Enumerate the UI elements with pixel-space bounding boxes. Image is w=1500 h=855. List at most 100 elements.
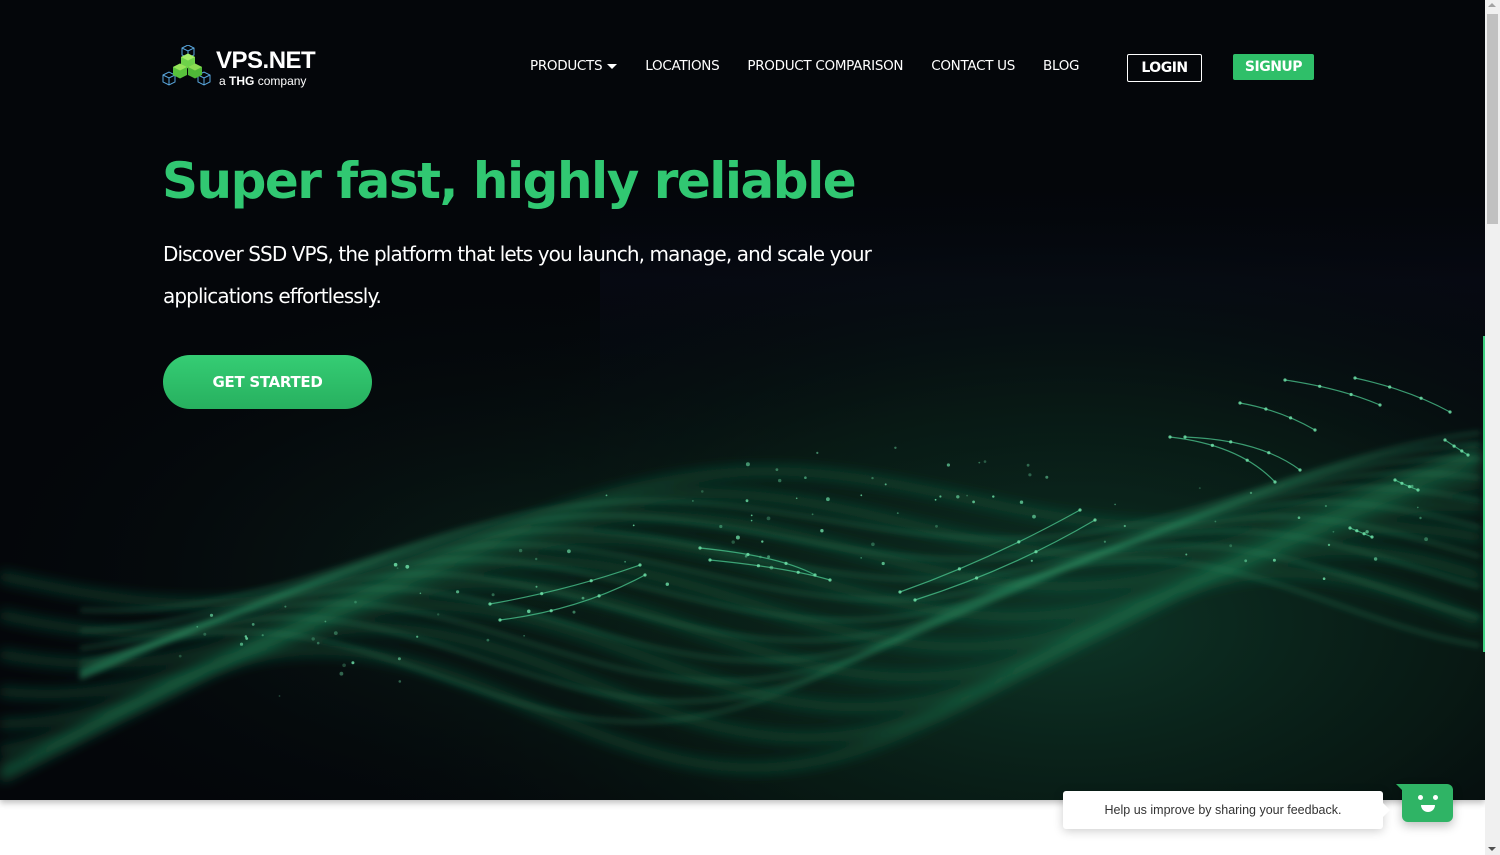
particle-dot — [518, 548, 523, 553]
particle-dot — [1410, 484, 1414, 488]
particle-dot — [244, 635, 247, 638]
particle-dot — [735, 535, 740, 540]
particle-dot — [708, 558, 712, 562]
particle-dot — [1416, 488, 1420, 492]
particle-dot — [972, 500, 975, 504]
particle-dot — [203, 632, 207, 636]
particle-dot — [1093, 518, 1097, 522]
particle-dot — [1032, 514, 1036, 519]
particle-dot — [1210, 443, 1214, 447]
particle-dot — [975, 576, 979, 580]
particle-dot — [978, 461, 981, 464]
tagline-suffix: company — [257, 74, 307, 88]
particle-dot — [396, 567, 399, 570]
particle-dot — [665, 582, 669, 586]
site-header: VPS.NET a THG company PRODUCTS LOCATIONS… — [0, 0, 1485, 130]
particle-dot — [745, 499, 749, 503]
particle-dot — [1348, 526, 1352, 530]
particle-dot — [1045, 475, 1049, 479]
particle-dot — [778, 478, 782, 483]
particle-dot — [324, 620, 327, 623]
feedback-widget-button[interactable] — [1396, 784, 1453, 822]
particle-dot — [567, 549, 571, 554]
particle-dot — [860, 557, 863, 559]
particle-dot — [1298, 468, 1302, 472]
particle-dot — [196, 625, 199, 628]
particle-dot — [769, 565, 774, 570]
vertical-scrollbar[interactable] — [1485, 0, 1500, 855]
nav-item-locations[interactable]: LOCATIONS — [645, 58, 719, 74]
nav-item-product-comparison[interactable]: PRODUCT COMPARISON — [747, 58, 903, 74]
nav-item-contact-us[interactable]: CONTACT US — [931, 58, 1015, 74]
particle-dot — [1460, 449, 1464, 453]
particle-dot — [1267, 451, 1271, 455]
particle-dot — [251, 623, 255, 626]
particle-dot — [416, 635, 419, 638]
particle-dot — [1322, 577, 1326, 580]
particle-dot — [632, 524, 635, 527]
particle-dot — [766, 516, 771, 521]
particle-dot — [339, 671, 344, 676]
get-started-button[interactable]: GET STARTED — [163, 355, 372, 409]
nav-item-products-label: PRODUCTS — [530, 58, 603, 74]
particle-dot — [1026, 463, 1030, 467]
particle-dot — [884, 483, 887, 486]
hero-headline: Super fast, highly reliable — [162, 152, 857, 210]
particle-dot — [992, 495, 995, 498]
particle-dot — [820, 529, 824, 533]
signup-button[interactable]: SIGNUP — [1233, 54, 1314, 80]
particle-dot — [1373, 557, 1378, 561]
scroll-up-arrow-icon[interactable] — [1488, 3, 1496, 7]
smiley-chat-icon-eye-right — [1433, 795, 1438, 800]
particle-dot — [698, 546, 702, 550]
particle-dot — [643, 573, 647, 577]
particle-dot — [1114, 503, 1116, 506]
particle-dot — [1419, 516, 1422, 520]
particle-dot — [1030, 559, 1033, 562]
particle-dot — [1229, 440, 1233, 444]
login-button[interactable]: LOGIN — [1127, 54, 1202, 82]
particle-dot — [784, 561, 788, 566]
smiley-chat-icon-mouth — [1421, 805, 1435, 812]
particle-dot — [535, 585, 538, 588]
particle-dot — [1123, 524, 1126, 528]
particle-dot — [1238, 401, 1242, 405]
feedback-prompt[interactable]: Help us improve by sharing your feedback… — [1063, 791, 1390, 829]
scrollbar-thumb[interactable] — [1487, 14, 1498, 224]
particle-dot — [795, 497, 798, 500]
particle-dot — [957, 567, 962, 571]
particle-dot — [767, 555, 771, 559]
particle-dot — [750, 514, 753, 517]
particle-dot — [811, 513, 814, 516]
particle-dot — [354, 600, 357, 604]
particle-dot — [419, 592, 422, 595]
particle-dot — [1017, 540, 1021, 544]
particle-dot — [1313, 428, 1317, 432]
particle-dot — [1400, 481, 1404, 485]
particle-dot — [393, 562, 398, 567]
particle-dot — [1103, 540, 1106, 543]
particle-dot — [209, 613, 214, 617]
particle-dot — [261, 634, 264, 637]
particle-dot — [1362, 532, 1366, 536]
brand-logo[interactable]: VPS.NET a THG company — [162, 44, 322, 92]
hero-subheadline: Discover SSD VPS, the platform that lets… — [163, 242, 872, 308]
particle-dot — [1214, 520, 1217, 523]
particle-dot — [1388, 385, 1392, 389]
particle-dot — [397, 657, 401, 661]
particle-dot — [1183, 435, 1187, 439]
particle-dot — [581, 596, 585, 600]
particle-dot — [284, 605, 287, 608]
particle-dot — [342, 663, 346, 668]
particle-dot — [1297, 516, 1301, 519]
particle-dot — [456, 590, 460, 594]
particle-dot — [1417, 506, 1419, 509]
particle-dot — [523, 635, 525, 637]
nav-item-blog[interactable]: BLOG — [1043, 58, 1080, 74]
particle-dot — [816, 451, 819, 454]
particle-dot — [1198, 487, 1201, 490]
nav-item-products[interactable]: PRODUCTS — [530, 58, 618, 74]
particle-dot — [934, 498, 937, 501]
scroll-down-arrow-icon[interactable] — [1488, 847, 1496, 851]
brand-text: VPS.NET a THG company — [216, 48, 316, 89]
